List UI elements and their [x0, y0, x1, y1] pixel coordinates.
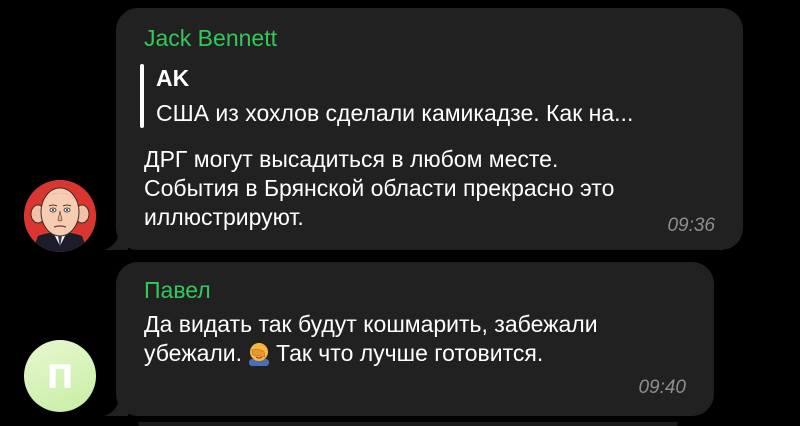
message-bubble[interactable]: Jack Bennett AK США из хохлов сделали ка…	[116, 8, 743, 250]
message-bubble[interactable]: Павел Да видать так будут кошмарить, заб…	[116, 262, 714, 416]
message-line: ДРГ могут высадиться в любом месте.	[144, 146, 559, 172]
reply-author: AK	[156, 65, 190, 91]
message-line: убежали. Так что лучше готовится.	[144, 339, 598, 368]
avatar-jack-bennett[interactable]	[24, 180, 96, 252]
sender-name[interactable]: Павел	[144, 277, 211, 304]
next-message-edge	[138, 422, 678, 426]
sender-name[interactable]: Jack Bennett	[144, 25, 277, 52]
message-text: ДРГ могут высадиться в любом месте. Собы…	[144, 145, 614, 232]
message-time: 09:40	[638, 377, 686, 398]
reply-text: США из хохлов сделали камикадзе. Как на.…	[156, 100, 634, 126]
message-line: иллюстрируют.	[144, 204, 304, 230]
reply-quote[interactable]: AK США из хохлов сделали камикадзе. Как …	[140, 63, 700, 129]
avatar-letter: П	[46, 358, 74, 396]
message-line: Да видать так будут кошмарить, забежали	[144, 311, 598, 337]
message-line-part: Так что лучше готовится.	[276, 340, 544, 366]
facepalm-emoji-icon	[249, 343, 270, 366]
caricature-portrait-icon	[24, 180, 96, 252]
avatar-pavel[interactable]: П	[24, 340, 96, 412]
message-line-part: убежали.	[144, 340, 243, 366]
message-line: События в Брянской области прекрасно это	[144, 175, 615, 201]
chat-view: Jack Bennett AK США из хохлов сделали ка…	[0, 0, 800, 426]
message-text: Да видать так будут кошмарить, забежали …	[144, 310, 598, 368]
message-time: 09:36	[667, 215, 715, 236]
reply-bar	[140, 64, 144, 128]
